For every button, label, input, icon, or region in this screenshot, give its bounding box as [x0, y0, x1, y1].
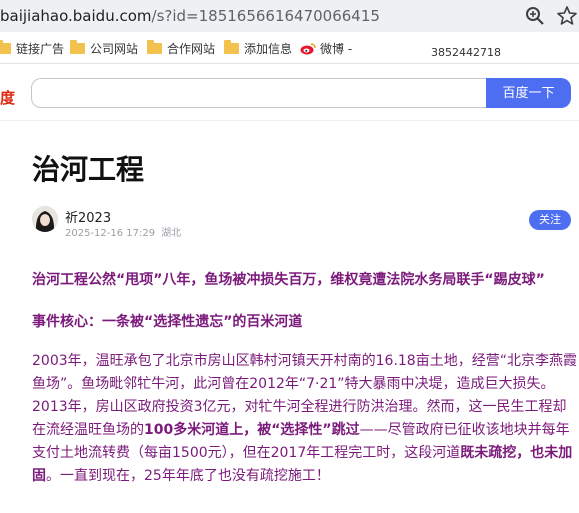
url-path: /s?id=1851656616470066415: [151, 7, 380, 25]
bookmark-item[interactable]: 公司网站: [70, 39, 139, 56]
bookmark-item[interactable]: 添加信息: [224, 39, 293, 56]
bookmark-label: 公司网站: [90, 41, 139, 56]
folder-icon: [70, 39, 85, 54]
bookmark-label: 微博 -: [320, 41, 353, 56]
url-host: baijiahao.baidu.com: [0, 7, 152, 25]
publish-location: 湖北: [161, 228, 182, 239]
search-input[interactable]: [31, 78, 486, 108]
paragraph: 2003年，温旺承包了北京市房山区韩村河镇天开村南的16.18亩土地，经营“北京…: [32, 353, 577, 392]
bookmark-label: 添加信息: [244, 41, 293, 56]
paragraph-text: 。一直到现在，25年年底了也没有疏挖施工！: [46, 468, 330, 484]
publish-date: 2025-12-16 17:29: [65, 228, 156, 239]
bookmark-label: 合作网站: [167, 41, 216, 56]
paragraph: 2013年，房山区政府投资3亿元，对牤牛河全程进行防洪治理。然而，这一民生工程却…: [32, 396, 577, 488]
follow-button[interactable]: 关注: [529, 210, 571, 230]
bookmark-item[interactable]: 链接广告: [0, 39, 65, 56]
folder-icon: [147, 39, 162, 54]
core-heading: 事件核心：一条被“选择性遗忘”的百米河道: [32, 314, 303, 330]
weibo-icon: [300, 42, 316, 54]
avatar-image-icon: [32, 206, 58, 232]
article-headline: 治河工程公然“甩项”八年，鱼场被冲损失百万，维权竟遭法院水务局联手“踢皮球”: [32, 272, 545, 288]
article-meta: 2025-12-16 17:29 湖北: [65, 224, 181, 239]
bookmark-item[interactable]: 合作网站: [147, 39, 216, 56]
bookmark-item[interactable]: 微博 -: [300, 40, 352, 56]
bookmark-star-icon[interactable]: [556, 5, 578, 27]
baidu-logo[interactable]: 度: [0, 87, 15, 108]
phone-number: 3852442718: [431, 46, 501, 59]
folder-icon: [224, 39, 239, 54]
address-bar[interactable]: baijiahao.baidu.com/s?id=185165661647006…: [0, 0, 579, 32]
header-divider: [0, 120, 579, 121]
url-text[interactable]: baijiahao.baidu.com/s?id=185165661647006…: [0, 6, 380, 26]
emphasis-text: 100多米河道上，被“选择性”跳过: [144, 422, 360, 438]
article-title: 治河工程: [32, 153, 145, 186]
author-avatar[interactable]: [32, 206, 58, 232]
article-body: 2003年，温旺承包了北京市房山区韩村河镇天开村南的16.18亩土地，经营“北京…: [32, 350, 577, 488]
search-button[interactable]: 百度一下: [486, 78, 571, 108]
zoom-icon[interactable]: [524, 5, 546, 27]
bookmark-label: 链接广告: [16, 41, 65, 56]
folder-icon: [0, 39, 11, 54]
